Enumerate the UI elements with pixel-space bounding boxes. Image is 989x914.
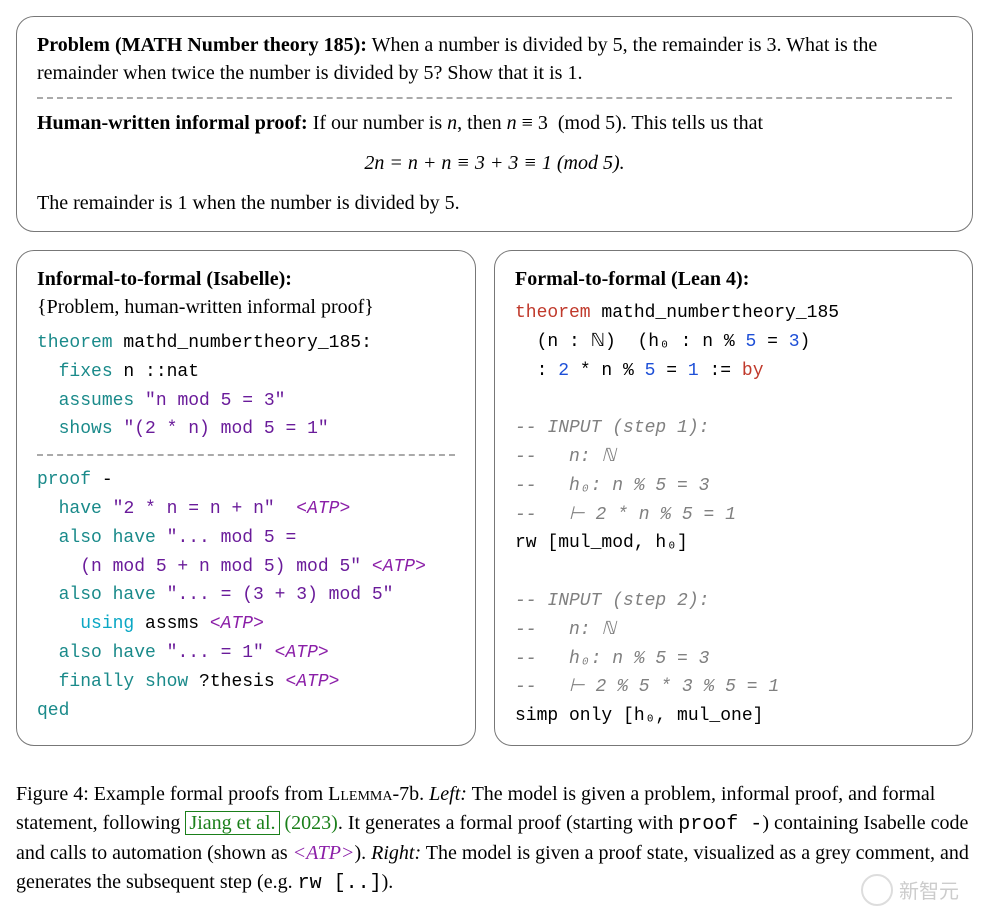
right-label: Right: <box>371 842 421 864</box>
rw-code: rw [..] <box>298 872 382 895</box>
proof-dash-code: proof - <box>678 813 762 836</box>
isabelle-code-top: theorem mathd_numbertheory_185: fixes n … <box>37 329 455 444</box>
informal-proof-block: Human-written informal proof: If our num… <box>37 109 952 217</box>
citation-year: (2023) <box>285 812 338 834</box>
equation: 2n = n + n ≡ 3 + 3 ≡ 1 (mod 5). <box>37 149 952 177</box>
informal-sentence-2: The remainder is 1 when the number is di… <box>37 189 952 217</box>
model-name: Llemma <box>328 783 392 805</box>
left-label: Left: <box>429 783 467 805</box>
isabelle-code-bottom: proof - have "2 * n = n + n" <ATP> also … <box>37 466 455 725</box>
problem-prefix: Problem (MATH Number theory 185): <box>37 34 367 56</box>
isabelle-title: Informal-to-formal (Isabelle): <box>37 265 455 293</box>
atp-inline: <ATP> <box>293 842 355 864</box>
caption-left-cont3: ). <box>354 842 371 864</box>
problem-panel: Problem (MATH Number theory 185): When a… <box>16 16 973 232</box>
divider <box>37 97 952 99</box>
problem-statement: Problem (MATH Number theory 185): When a… <box>37 31 952 87</box>
citation[interactable]: Jiang et al. <box>185 811 279 835</box>
caption-right-body2: ). <box>382 871 394 893</box>
lean-code: theorem mathd_numbertheory_185 (n : ℕ) (… <box>515 299 952 731</box>
model-suffix: -7b. <box>392 783 424 805</box>
lean-panel: Formal-to-formal (Lean 4): theorem mathd… <box>494 250 973 746</box>
isabelle-subtitle: {Problem, human-written informal proof} <box>37 293 455 321</box>
isabelle-panel: Informal-to-formal (Isabelle): {Problem,… <box>16 250 476 746</box>
figure-label: Figure 4: <box>16 783 89 805</box>
informal-sentence-1: If our number is n, then n ≡ 3 (mod 5). … <box>308 112 763 134</box>
caption-left-cont: . It generates a formal proof (starting … <box>338 812 678 834</box>
figure-caption: Figure 4: Example formal proofs from Lle… <box>16 780 973 898</box>
divider <box>37 454 455 456</box>
lean-title: Formal-to-formal (Lean 4): <box>515 265 952 293</box>
caption-lead: Example formal proofs from <box>89 783 328 805</box>
informal-prefix: Human-written informal proof: <box>37 112 308 134</box>
